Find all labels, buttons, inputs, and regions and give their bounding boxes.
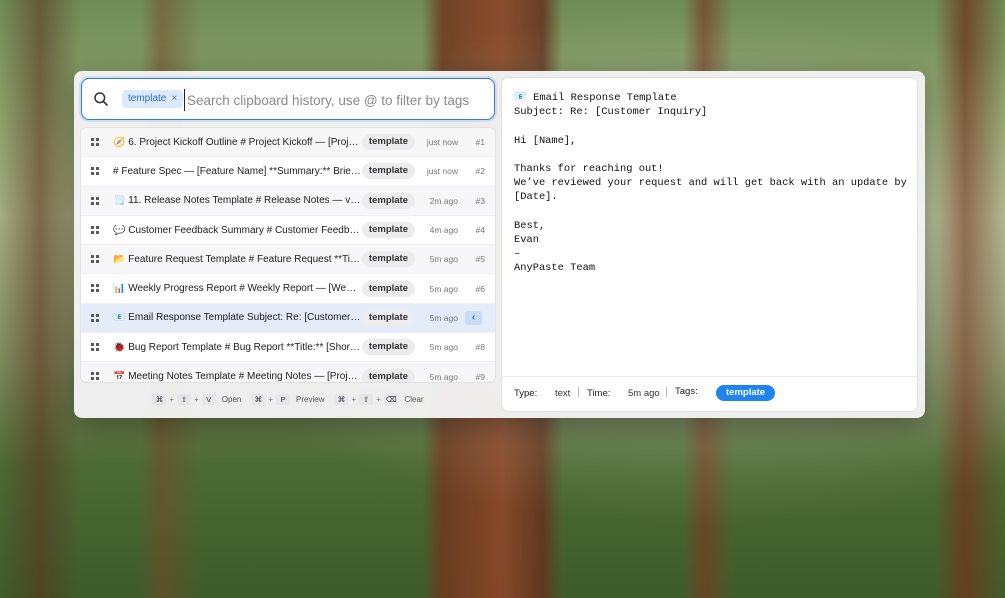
keycap: ⇧ [177,393,192,405]
type-value: text [555,388,571,399]
clipboard-item[interactable]: 🐞 Bug Report Template # Bug Report **Tit… [81,333,495,363]
plus-sign: + [351,394,357,404]
tag-badge[interactable]: template [716,385,776,401]
drag-handle-icon[interactable] [91,343,99,352]
keycap: P [276,393,291,405]
item-index: #4 [475,225,485,236]
item-preview-text: # Feature Spec — [Feature Name] **Summar… [113,165,361,177]
preview-content: 📧 Email Response Template Subject: Re: [… [514,92,907,275]
drag-handle-icon[interactable] [91,372,99,381]
item-time: 5m ago [429,342,458,353]
item-time: just now [426,137,458,148]
time-label: Time: [587,388,611,399]
item-index: #6 [475,283,485,294]
item-tag[interactable]: template [361,280,415,297]
drag-handle-icon[interactable] [91,313,99,322]
open-preview-icon[interactable]: ‹ [465,310,482,325]
item-preview-text: 📅 Meeting Notes Template # Meeting Notes… [113,371,361,382]
plus-sign: + [169,394,175,404]
item-time: 5m ago [429,312,458,323]
preview-metadata: Type: text Time: 5m ago Tags: template [502,376,917,412]
clipboard-window: template × 🧭 6. Project Kickoff Outline … [74,71,925,418]
clipboard-item[interactable]: 💬 Customer Feedback Summary # Customer F… [81,216,495,246]
shortcut-bar: ⌘ + ⇧ + V Open ⌘ + P Preview ⌘ + ⇧ + ⌫ Clear [81,389,495,409]
item-time: 2m ago [429,195,458,206]
clipboard-list: 🧭 6. Project Kickoff Outline # Project K… [81,128,495,382]
item-tag[interactable]: template [361,339,415,356]
clipboard-item[interactable]: 🧭 6. Project Kickoff Outline # Project K… [81,128,495,158]
type-label: Type: [514,388,538,399]
item-tag[interactable]: template [361,309,415,326]
clipboard-item[interactable]: 📂 Feature Request Template # Feature Req… [81,245,495,275]
keycap: ⌫ [383,393,399,405]
clipboard-item[interactable]: 🗒️ 11. Release Notes Template # Release … [81,186,495,216]
item-index: #1 [475,137,485,148]
shortcut-hint: ⌘ + ⇧ + V Open [152,393,242,405]
item-tag[interactable]: template [361,192,415,209]
item-preview-text: 📊 Weekly Progress Report # Weekly Report… [113,283,361,295]
clipboard-item[interactable]: 📧 Email Response Template Subject: Re: [… [81,303,495,334]
item-preview-text: 💬 Customer Feedback Summary # Customer F… [113,224,361,236]
keycap: ⌘ [251,393,266,405]
item-time: 4m ago [429,225,458,236]
item-preview-text: 🐞 Bug Report Template # Bug Report **Tit… [113,341,361,353]
item-preview-text: 🗒️ 11. Release Notes Template # Release … [113,195,361,207]
item-preview-text: 🧭 6. Project Kickoff Outline # Project K… [113,136,361,148]
search-bar[interactable]: template × [81,78,495,120]
drag-handle-icon[interactable] [91,167,99,176]
item-time: 5m ago [429,254,458,265]
search-input[interactable] [184,89,489,111]
shortcut-hint: ⌘ + ⇧ + ⌫ Clear [334,393,424,405]
item-tag[interactable]: template [361,163,415,180]
item-tag[interactable]: template [361,368,415,382]
drag-handle-icon[interactable] [91,196,99,205]
clipboard-item[interactable]: # Feature Spec — [Feature Name] **Summar… [81,157,495,187]
item-tag[interactable]: template [361,134,415,151]
divider [666,387,667,397]
tags-label: Tags: [675,386,698,397]
drag-handle-icon[interactable] [91,284,99,293]
drag-handle-icon[interactable] [91,255,99,264]
shortcut-hint: ⌘ + P Preview [251,393,325,405]
time-value: 5m ago [628,388,660,399]
item-index: #2 [475,166,485,177]
item-preview-text: 📂 Feature Request Template # Feature Req… [113,253,361,265]
item-time: 5m ago [429,371,458,382]
shortcut-label: Open [221,394,242,404]
search-icon [94,92,108,106]
plus-sign: + [376,394,381,404]
item-index: #8 [475,342,485,353]
active-tag-label: template [128,93,167,104]
keycap: ⇧ [359,393,374,405]
drag-handle-icon[interactable] [91,138,99,146]
keycap: V [201,393,216,405]
item-preview-text: 📧 Email Response Template Subject: Re: [… [113,312,361,324]
clipboard-item[interactable]: 📊 Weekly Progress Report # Weekly Report… [81,274,495,304]
plus-sign: + [194,394,199,404]
plus-sign: + [268,394,274,404]
item-time: 5m ago [429,283,458,294]
item-index: #3 [475,195,485,206]
keycap: ⌘ [334,393,349,405]
shortcut-label: Preview [296,394,325,404]
item-time: just now [426,166,458,177]
item-index: #9 [475,371,485,382]
remove-tag-icon[interactable]: × [171,90,177,108]
preview-pane: 📧 Email Response Template Subject: Re: [… [502,78,917,411]
drag-handle-icon[interactable] [91,225,99,234]
item-index: #5 [475,254,485,265]
item-tag[interactable]: template [361,251,415,268]
keycap: ⌘ [152,393,167,405]
active-tag-filter[interactable]: template × [122,90,184,108]
item-tag[interactable]: template [361,222,415,239]
clipboard-item[interactable]: 📅 Meeting Notes Template # Meeting Notes… [81,362,495,382]
divider [578,387,579,397]
shortcut-label: Clear [404,394,424,404]
